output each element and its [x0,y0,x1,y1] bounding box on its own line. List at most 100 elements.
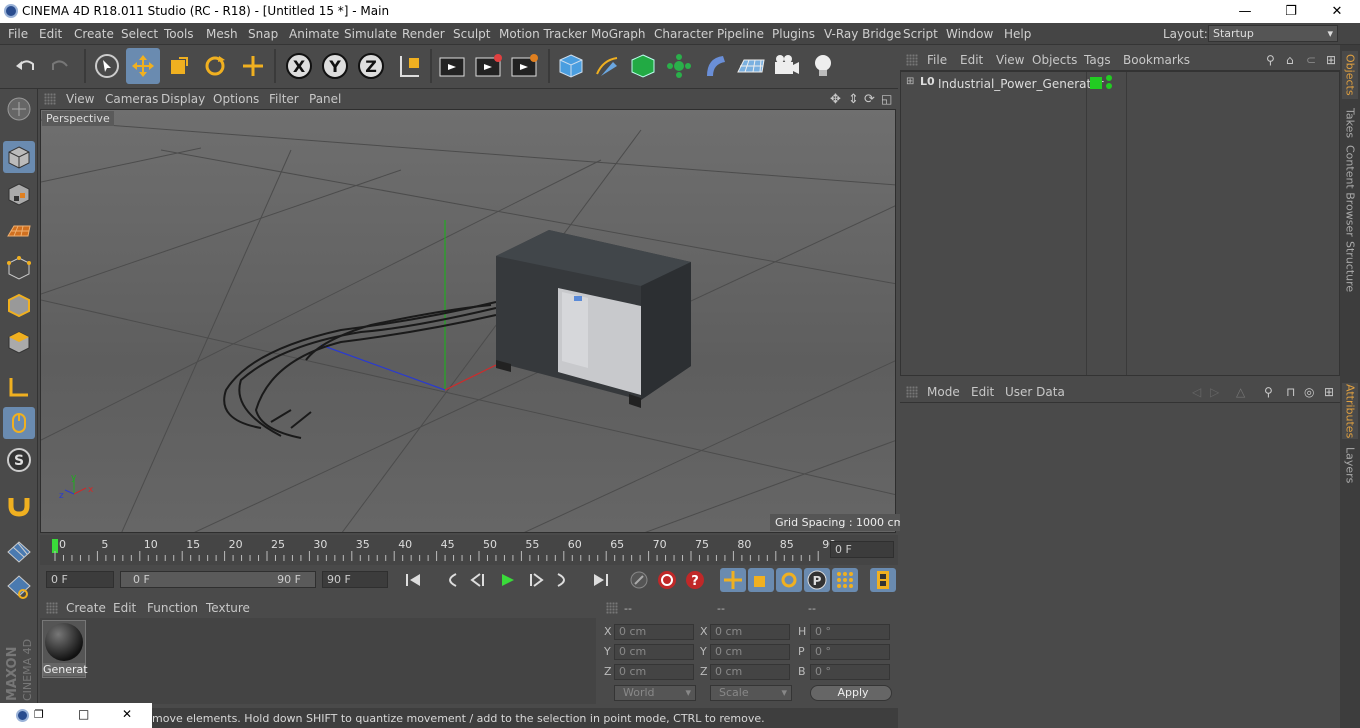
lock-icon[interactable]: ⊓ [1286,385,1295,399]
tab-objects[interactable]: Objects [1342,51,1358,99]
magnet-snap-button[interactable] [3,489,35,521]
y-axis-lock-button[interactable]: Y [318,48,352,84]
previous-frame-button[interactable] [466,568,492,592]
edges-mode-button[interactable] [3,289,35,321]
link-icon[interactable]: ⊂ [1306,53,1316,67]
menu-motion-tracker[interactable]: Motion Tracker [499,27,587,41]
axis-mode-button[interactable] [3,371,35,403]
object-menu-edit[interactable]: Edit [960,53,983,67]
tab-attributes[interactable]: Attributes [1342,383,1358,439]
forward-arrow-icon[interactable]: ▷ [1210,385,1219,399]
workplane-mode-button[interactable] [3,215,35,247]
material-menu-edit[interactable]: Edit [113,601,136,615]
material-menu-create[interactable]: Create [66,601,106,615]
key-parameter-button[interactable]: P [804,568,830,592]
material-menu-function[interactable]: Function [147,601,198,615]
viewport-pan-icon[interactable]: ✥ [830,92,841,107]
attributes-menu-mode[interactable]: Mode [927,385,960,399]
z-axis-lock-button[interactable]: Z [354,48,388,84]
add-light-button[interactable] [806,48,840,84]
add-spline-button[interactable] [590,48,624,84]
tab-layers[interactable]: Layers [1342,445,1358,485]
menu-sculpt[interactable]: Sculpt [453,27,490,41]
restore-icon[interactable]: ❐ [34,708,44,721]
recent-tool-button[interactable] [236,48,270,84]
tab-content-browser[interactable]: Content Browser [1342,145,1358,237]
minimize-button[interactable]: — [1222,0,1268,23]
timeline-ruler[interactable]: 051015202530354045505560657075808590 0 F [40,535,898,565]
texture-mode-button[interactable] [3,178,35,210]
start-frame-field[interactable]: 0 F [46,571,114,588]
viewport-menu-filter[interactable]: Filter [269,92,299,106]
key-pla-button[interactable] [832,568,858,592]
viewport-menu-cameras[interactable]: Cameras [105,92,158,106]
menu-animate[interactable]: Animate [289,27,339,41]
viewport-zoom-icon[interactable]: ⇕ [848,92,859,107]
search-icon[interactable]: ⚲ [1264,385,1273,399]
viewport-maximize-icon[interactable]: ◱ [881,92,892,106]
new-panel-icon[interactable]: ⊞ [1324,385,1334,399]
menu-window[interactable]: Window [946,27,993,41]
autokey-button[interactable] [654,568,680,592]
keyframe-selection-button[interactable]: ? [682,568,708,592]
key-rotation-button[interactable] [776,568,802,592]
menu-render[interactable]: Render [402,27,445,41]
new-panel-icon[interactable]: ⊞ [1326,53,1336,67]
home-icon[interactable]: ⌂ [1286,53,1294,67]
redo-button[interactable] [44,48,78,84]
menu-script[interactable]: Script [903,27,938,41]
square-icon[interactable]: □ [78,707,89,721]
viewport-menu-display[interactable]: Display [161,92,205,106]
size-x-field[interactable]: 0 cm [710,624,790,640]
menu-character[interactable]: Character [654,27,713,41]
menu-create[interactable]: Create [74,27,114,41]
add-nurbs-button[interactable] [626,48,660,84]
menu-edit[interactable]: Edit [39,27,62,41]
snap-mode-button[interactable]: S [3,444,35,476]
make-editable-button[interactable] [3,93,35,125]
layer-color-icon[interactable] [1090,77,1102,89]
viewport-menu-panel[interactable]: Panel [309,92,341,106]
object-menu-tags[interactable]: Tags [1084,53,1111,67]
next-keyframe-button[interactable] [550,568,576,592]
world-dropdown[interactable]: World ▾ [614,685,696,701]
editor-visibility-icon[interactable] [1106,75,1112,81]
expand-icon[interactable]: ⊞ [906,76,914,87]
viewport-menu-view[interactable]: View [66,92,94,106]
next-frame-button[interactable] [522,568,548,592]
viewport-rotate-icon[interactable]: ⟳ [864,92,875,107]
render-visibility-icon[interactable] [1106,83,1112,89]
timeline-window-button[interactable] [870,568,896,592]
size-z-field[interactable]: 0 cm [710,664,790,680]
render-view-button[interactable] [436,48,470,84]
up-arrow-icon[interactable]: △ [1236,385,1245,399]
menu-snap[interactable]: Snap [248,27,278,41]
menu-simulate[interactable]: Simulate [344,27,397,41]
current-frame-field[interactable]: 0 F [830,541,894,558]
polygons-mode-button[interactable] [3,326,35,358]
maximize-button[interactable]: ❐ [1268,0,1314,23]
object-menu-objects[interactable]: Objects [1032,53,1077,67]
attributes-menu-user-data[interactable]: User Data [1005,385,1065,399]
workplane-rotate-button[interactable] [3,571,35,603]
back-arrow-icon[interactable]: ◁ [1192,385,1201,399]
tab-takes[interactable]: Takes [1342,105,1358,141]
key-position-button[interactable] [720,568,746,592]
go-to-start-button[interactable] [400,568,426,592]
scale-dropdown[interactable]: Scale ▾ [710,685,792,701]
points-mode-button[interactable] [3,252,35,284]
target-icon[interactable]: ◎ [1304,385,1314,399]
key-scale-button[interactable] [748,568,774,592]
material-menu-texture[interactable]: Texture [206,601,250,615]
perspective-viewport[interactable]: y x z [40,109,896,533]
menu-plugins[interactable]: Plugins [772,27,815,41]
render-to-picture-viewer-button[interactable] [472,48,506,84]
rotation-b-field[interactable]: 0 ° [810,664,890,680]
undo-button[interactable] [8,48,42,84]
size-y-field[interactable]: 0 cm [710,644,790,660]
rotation-h-field[interactable]: 0 ° [810,624,890,640]
menu-pipeline[interactable]: Pipeline [717,27,764,41]
previous-keyframe-button[interactable] [438,568,464,592]
workplane-lock-button[interactable] [3,535,35,567]
play-button[interactable] [494,568,520,592]
